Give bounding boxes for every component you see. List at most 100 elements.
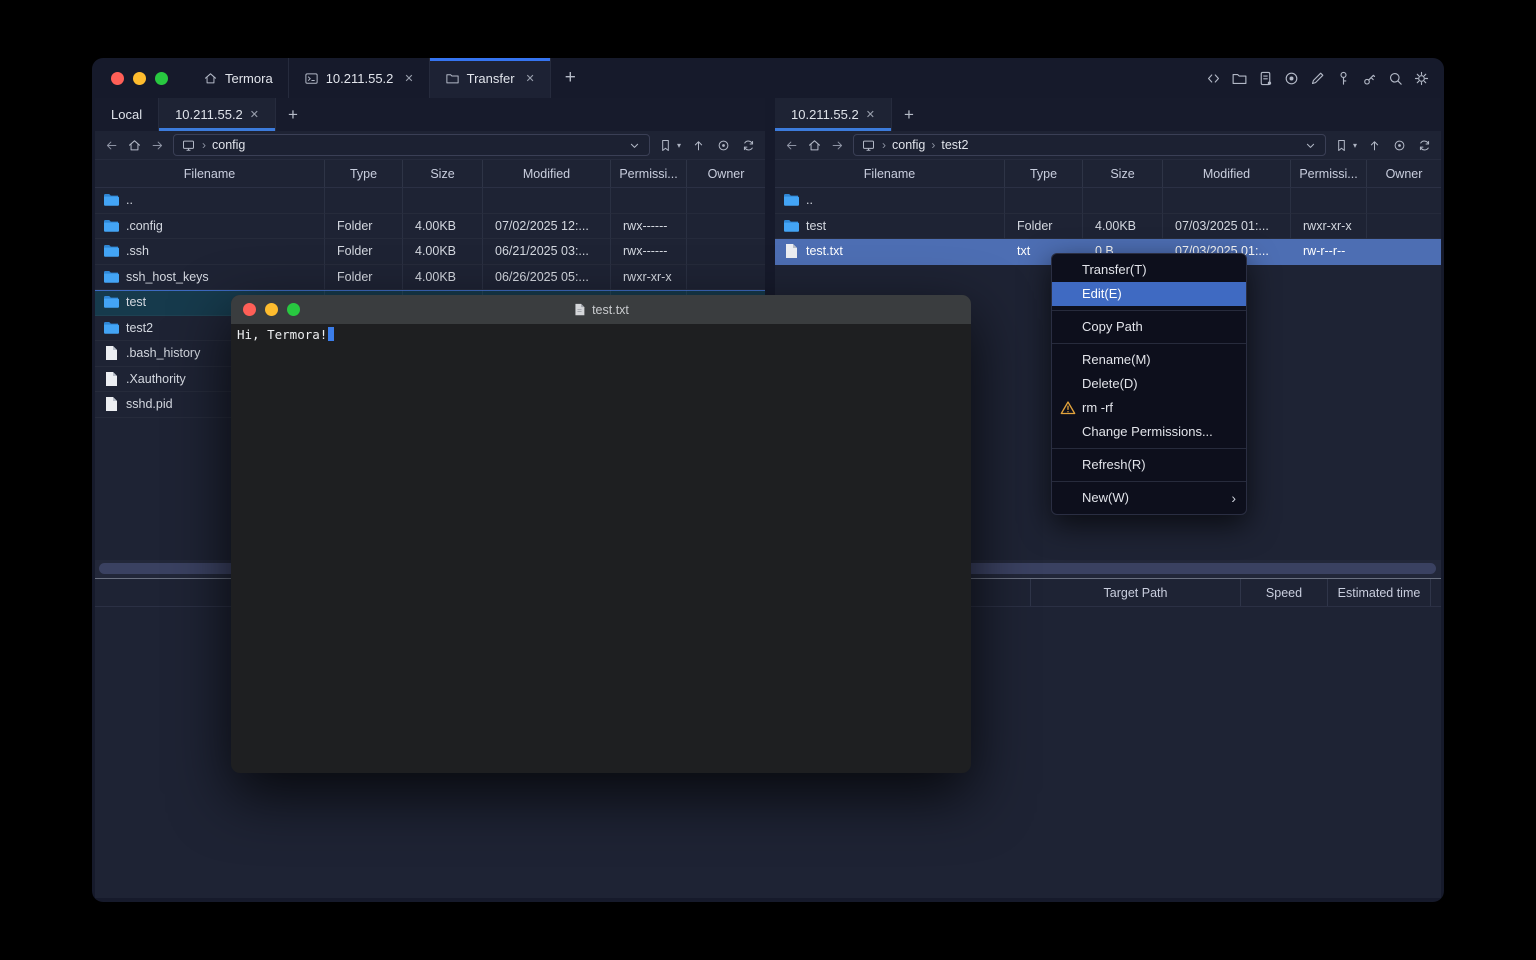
chevron-down-icon[interactable] — [1303, 138, 1318, 153]
minimize-window-button[interactable] — [133, 72, 146, 85]
path-bar[interactable]: › config › test2 — [853, 134, 1326, 156]
computer-icon — [861, 138, 876, 153]
menu-item-rename[interactable]: Rename(M) — [1052, 348, 1246, 372]
cell-owner — [687, 214, 765, 240]
column-header[interactable]: Modified — [1163, 160, 1291, 187]
terminal-icon — [304, 71, 319, 86]
table-row[interactable]: ssh_host_keys Folder 4.00KB 06/26/2025 0… — [95, 265, 765, 291]
add-panel-tab-button[interactable]: + — [276, 98, 310, 131]
column-header[interactable]: Speed — [1240, 579, 1327, 606]
cell-permissions: rwxr-xr-x — [1291, 214, 1367, 240]
bookmark-caret-icon[interactable]: ▾ — [1353, 141, 1357, 150]
close-tab-icon[interactable]: ✕ — [866, 108, 875, 121]
code-icon[interactable] — [1205, 70, 1222, 87]
table-row[interactable]: .. — [95, 188, 765, 214]
home-icon[interactable] — [807, 138, 822, 153]
log-icon[interactable] — [1257, 70, 1274, 87]
back-icon[interactable] — [104, 138, 119, 153]
tab-transfer[interactable]: Transfer ✕ — [430, 58, 551, 98]
cell-size: 4.00KB — [1083, 214, 1163, 240]
cell-permissions: rwx------ — [611, 214, 687, 240]
column-header[interactable]: Filename — [95, 160, 325, 187]
cell-type: Folder — [1005, 214, 1083, 240]
menu-item-refresh[interactable]: Refresh(R) — [1052, 453, 1246, 477]
column-header[interactable]: Estimated time — [1327, 579, 1430, 606]
bookmark-icon[interactable] — [658, 138, 673, 153]
refresh-icon[interactable] — [1417, 138, 1432, 153]
menu-item-new[interactable]: New(W) › — [1052, 486, 1246, 510]
back-icon[interactable] — [784, 138, 799, 153]
menu-separator — [1052, 481, 1246, 482]
cell-size — [403, 188, 483, 214]
editor-titlebar[interactable]: test.txt — [231, 295, 971, 324]
menu-item-copy-path[interactable]: Copy Path — [1052, 315, 1246, 339]
table-row[interactable]: .config Folder 4.00KB 07/02/2025 12:... … — [95, 214, 765, 240]
column-header[interactable]: Filename — [775, 160, 1005, 187]
close-window-button[interactable] — [243, 303, 256, 316]
column-header[interactable]: Size — [403, 160, 483, 187]
column-header[interactable]: Permissi... — [611, 160, 687, 187]
right-panel-tools: ▾ — [1334, 138, 1432, 153]
column-header[interactable]: Permissi... — [1291, 160, 1367, 187]
forward-icon[interactable] — [150, 138, 165, 153]
column-header[interactable]: Target Path — [1030, 579, 1240, 606]
chevron-down-icon[interactable] — [627, 138, 642, 153]
menu-item-rm-rf[interactable]: rm -rf — [1052, 396, 1246, 420]
tab-host[interactable]: 10.211.55.2 ✕ — [288, 58, 430, 98]
close-window-button[interactable] — [111, 72, 124, 85]
filename: test.txt — [806, 244, 843, 258]
menu-item-transfer[interactable]: Transfer(T) — [1052, 258, 1246, 282]
key-icon[interactable] — [1335, 70, 1352, 87]
eye-icon[interactable] — [716, 138, 731, 153]
editor-content[interactable]: Hi, Termora! — [231, 324, 971, 345]
add-panel-tab-button[interactable]: + — [892, 98, 926, 131]
filename: .config — [126, 219, 163, 233]
column-header[interactable]: Owner — [1367, 160, 1441, 187]
refresh-icon[interactable] — [741, 138, 756, 153]
panel-tab-local[interactable]: Local — [95, 98, 159, 131]
forward-icon[interactable] — [830, 138, 845, 153]
close-tab-icon[interactable]: ✕ — [404, 72, 413, 85]
table-row[interactable]: test Folder 4.00KB 07/03/2025 01:... rwx… — [775, 214, 1441, 240]
table-row[interactable]: .. — [775, 188, 1441, 214]
upload-icon[interactable] — [691, 138, 706, 153]
upload-icon[interactable] — [1367, 138, 1382, 153]
home-icon[interactable] — [127, 138, 142, 153]
zoom-window-button[interactable] — [287, 303, 300, 316]
close-tab-icon[interactable]: ✕ — [526, 72, 535, 85]
column-header[interactable]: Modified — [483, 160, 611, 187]
column-header[interactable]: Type — [1005, 160, 1083, 187]
column-header[interactable]: Size — [1083, 160, 1163, 187]
table-row[interactable]: .ssh Folder 4.00KB 06/21/2025 03:... rwx… — [95, 239, 765, 265]
menu-item-edit[interactable]: Edit(E) — [1052, 282, 1246, 306]
edit-icon[interactable] — [1309, 70, 1326, 87]
tab-termora[interactable]: Termora — [188, 58, 288, 98]
path-segment[interactable]: config — [892, 138, 925, 152]
folder-icon[interactable] — [1231, 70, 1248, 87]
path-segment[interactable]: config — [212, 138, 245, 152]
new-tab-button[interactable]: + — [551, 58, 590, 98]
editor-title-text: test.txt — [592, 303, 629, 317]
path-segment[interactable]: test2 — [941, 138, 968, 152]
menu-item-change-permissions[interactable]: Change Permissions... — [1052, 420, 1246, 444]
column-header[interactable]: Owner — [687, 160, 765, 187]
panel-tab-host[interactable]: 10.211.55.2 ✕ — [159, 98, 276, 131]
panel-tab-label: Local — [111, 107, 142, 122]
file-table-header: Filename Type Size Modified Permissi... … — [95, 160, 765, 188]
record-icon[interactable] — [1283, 70, 1300, 87]
cell-modified: 07/02/2025 12:... — [483, 214, 611, 240]
bookmark-caret-icon[interactable]: ▾ — [677, 141, 681, 150]
search-icon[interactable] — [1387, 70, 1404, 87]
eye-icon[interactable] — [1392, 138, 1407, 153]
panel-tab-host[interactable]: 10.211.55.2 ✕ — [775, 98, 892, 131]
cell-owner — [687, 239, 765, 265]
close-tab-icon[interactable]: ✕ — [250, 108, 259, 121]
column-header[interactable]: Type — [325, 160, 403, 187]
keychain-icon[interactable] — [1361, 70, 1378, 87]
path-bar[interactable]: › config — [173, 134, 650, 156]
menu-item-delete[interactable]: Delete(D) — [1052, 372, 1246, 396]
settings-gear-icon[interactable] — [1413, 70, 1430, 87]
minimize-window-button[interactable] — [265, 303, 278, 316]
bookmark-icon[interactable] — [1334, 138, 1349, 153]
zoom-window-button[interactable] — [155, 72, 168, 85]
